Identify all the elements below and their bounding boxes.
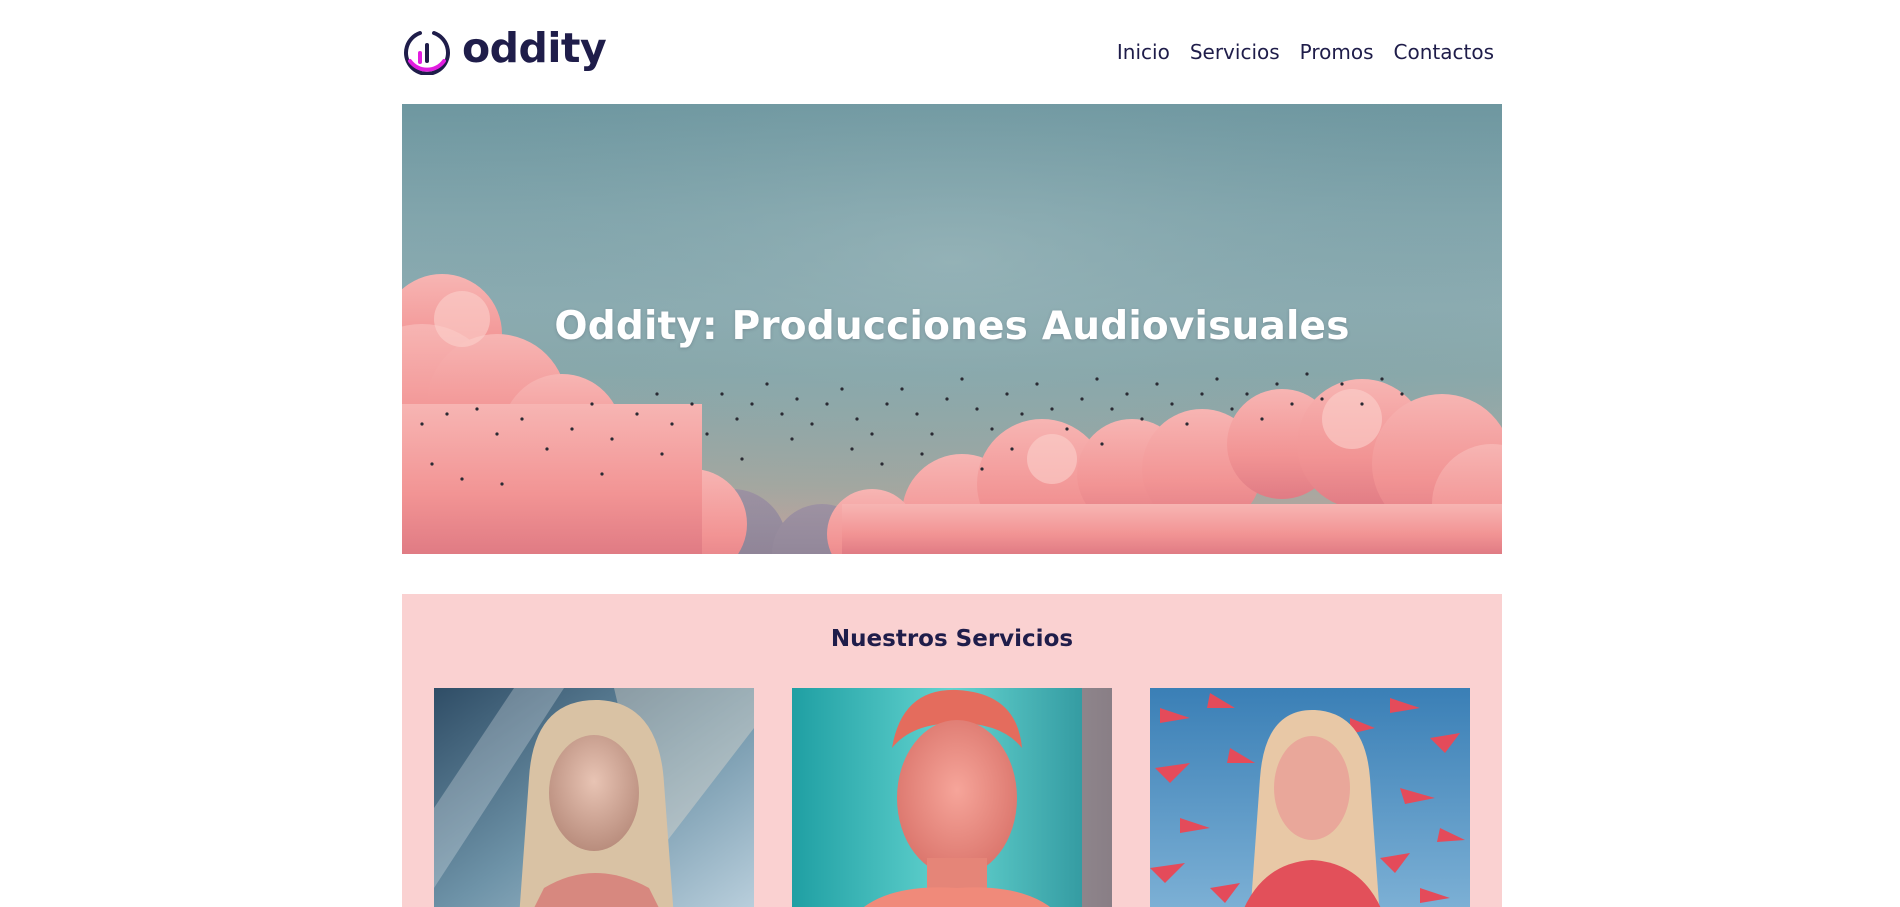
service-card-1[interactable]	[434, 688, 754, 907]
nav-promos[interactable]: Promos	[1300, 38, 1374, 66]
logo-link[interactable]: oddity	[402, 23, 607, 75]
services-title: Nuestros Servicios	[830, 626, 1074, 652]
main-nav: Inicio Servicios Promos Contactos	[1117, 38, 1494, 66]
oddity-ring-logo-icon	[402, 25, 452, 75]
service-card-3[interactable]	[1150, 688, 1470, 907]
woman-among-flying-birds-photo	[1150, 688, 1470, 907]
hero-banner: Oddity: Producciones Audiovisuales	[402, 104, 1502, 554]
nav-servicios[interactable]: Servicios	[1190, 38, 1280, 66]
nav-contactos[interactable]: Contactos	[1394, 38, 1494, 66]
man-portrait-teal-background-photo	[792, 688, 1112, 907]
brand-name: oddity	[462, 23, 607, 72]
woman-portrait-light-rays-photo	[434, 688, 754, 907]
nav-inicio[interactable]: Inicio	[1117, 38, 1170, 66]
service-card-2[interactable]	[792, 688, 1112, 907]
services-section: Nuestros Servicios	[402, 594, 1502, 907]
hero-title: Oddity: Producciones Audiovisuales	[554, 304, 1350, 349]
site-header: oddity Inicio Servicios Promos Contactos	[402, 0, 1502, 104]
